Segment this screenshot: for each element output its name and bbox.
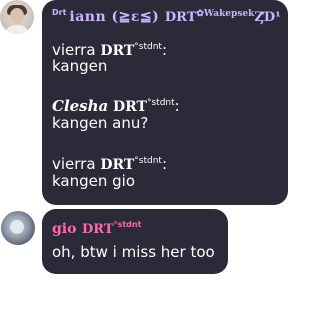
message-sender[interactable]: gio DRT°stdnt bbox=[52, 218, 141, 237]
sender-name: gio bbox=[52, 221, 77, 237]
sender-tag-sup: °stdnt bbox=[113, 220, 142, 229]
avatar[interactable] bbox=[1, 211, 35, 245]
message-text: oh, btw i miss her too bbox=[52, 243, 215, 261]
quoted-suffix: : bbox=[161, 155, 168, 173]
quoted-name: Clesha bbox=[52, 97, 109, 115]
quoted-suffix: : bbox=[174, 97, 180, 115]
sender-prefix: Drt bbox=[52, 8, 67, 17]
sender-name: iann (≧ε≦) bbox=[69, 9, 160, 25]
quoted-suffix: : bbox=[161, 41, 168, 59]
quoted-tag: DRT bbox=[100, 157, 135, 173]
message-line: vierra DRT°stdnt: bbox=[52, 152, 167, 174]
avatar[interactable] bbox=[0, 0, 34, 34]
quoted-tag: DRT bbox=[113, 99, 147, 115]
avatar-glow bbox=[10, 220, 24, 234]
sender-tag: DRT bbox=[164, 10, 197, 25]
quoted-tag-sup: °stdnt bbox=[134, 156, 162, 166]
avatar-face bbox=[10, 8, 24, 24]
avatar-body bbox=[5, 25, 29, 34]
quoted-tag-sup: °stdnt bbox=[146, 98, 175, 108]
message-text: kangen bbox=[52, 57, 108, 75]
message-bubble[interactable]: Drt iann (≧ε≦) DRT✿WakepsekȤƊ¹ vierra DRT… bbox=[42, 0, 288, 205]
quoted-name: vierra bbox=[52, 155, 96, 173]
message-text: kangen anu? bbox=[52, 114, 149, 132]
message-bubble[interactable]: gio DRT°stdnt oh, btw i miss her too bbox=[42, 209, 228, 274]
quoted-tag-sup: °stdnt bbox=[134, 42, 162, 52]
message-sender[interactable]: Drt iann (≧ε≦) DRT✿WakepsekȤƊ¹ bbox=[52, 6, 281, 25]
sender-tag-end: ȤƊ¹ bbox=[254, 10, 281, 25]
message-text: kangen gio bbox=[52, 172, 136, 190]
sender-tag-sup: ✿Wakepsek bbox=[196, 9, 255, 19]
sender-tag: DRT bbox=[82, 222, 114, 237]
message-line: Clesha DRT°stdnt: bbox=[52, 94, 180, 116]
